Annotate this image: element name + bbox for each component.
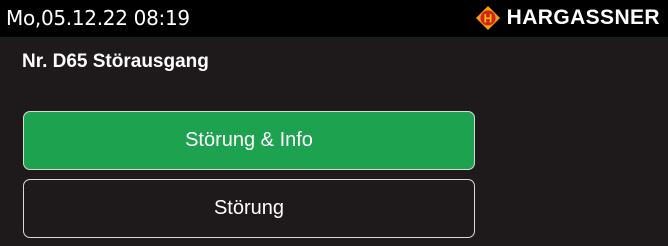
option-label: Störung bbox=[213, 197, 285, 219]
option-stoerung-info[interactable]: Störung & Info bbox=[23, 111, 475, 170]
logo-letter: H bbox=[483, 12, 492, 26]
option-stoerung[interactable]: Störung bbox=[23, 179, 475, 238]
option-label: Störung & Info bbox=[185, 129, 313, 151]
hargassner-logo-icon: H bbox=[475, 6, 500, 30]
brand-name: HARGASSNER bbox=[506, 6, 660, 29]
date-time: Mo,05.12.22 08:19 bbox=[6, 6, 190, 30]
page-title: Nr. D65 Störausgang bbox=[22, 51, 209, 72]
status-bar: Mo,05.12.22 08:19 H HARGASSNER bbox=[0, 0, 668, 37]
brand: H HARGASSNER bbox=[475, 5, 660, 31]
